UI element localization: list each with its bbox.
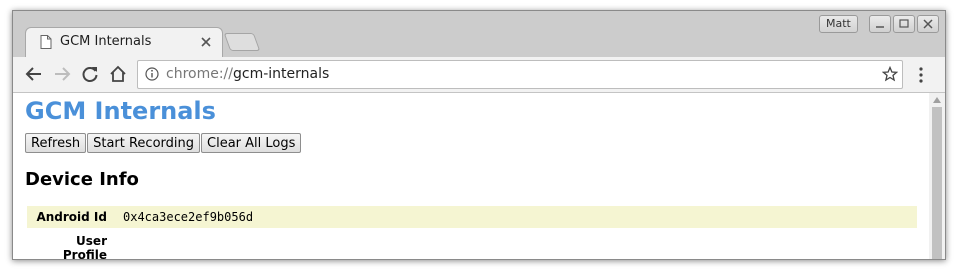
forward-icon[interactable] <box>53 65 71 83</box>
device-info-table: Android Id 0x4ca3ece2ef9b056d User Profi… <box>27 206 917 259</box>
menu-icon[interactable] <box>918 67 924 83</box>
close-window-button[interactable] <box>917 15 939 33</box>
clear-all-logs-button[interactable]: Clear All Logs <box>201 133 302 153</box>
new-tab-button[interactable] <box>223 33 261 51</box>
section-title-device-info: Device Info <box>25 169 139 190</box>
page-icon <box>40 35 52 49</box>
url-scheme: chrome:// <box>166 66 233 82</box>
star-icon[interactable] <box>882 66 898 82</box>
user-profile-label: User Profile <box>27 228 119 259</box>
back-icon[interactable] <box>25 65 43 83</box>
refresh-button[interactable]: Refresh <box>25 133 87 153</box>
browser-window: Matt GCM Internals chrome://gcm-internal… <box>12 10 946 260</box>
tab-title: GCM Internals <box>60 34 152 49</box>
close-icon <box>923 19 933 29</box>
toolbar: chrome://gcm-internals <box>13 57 945 93</box>
home-icon[interactable] <box>109 65 127 83</box>
url-text: chrome://gcm-internals <box>166 66 329 82</box>
page-title: GCM Internals <box>25 97 216 125</box>
profile-button[interactable]: Matt <box>819 15 858 33</box>
android-id-label: Android Id <box>36 210 107 224</box>
minimize-icon <box>876 26 884 28</box>
user-profile-value <box>119 228 917 259</box>
tab-gcm-internals[interactable]: GCM Internals <box>25 27 223 58</box>
table-row: Android Id 0x4ca3ece2ef9b056d <box>27 206 917 228</box>
info-icon[interactable] <box>145 67 159 81</box>
action-buttons: Refresh Start Recording Clear All Logs <box>25 133 302 153</box>
table-row: User Profile <box>27 228 917 259</box>
url-path: gcm-internals <box>233 66 330 82</box>
user-profile-label-line1: User <box>76 234 107 248</box>
scrollbar-thumb[interactable] <box>932 107 942 259</box>
page-content: GCM Internals Refresh Start Recording Cl… <box>13 93 929 259</box>
vertical-scrollbar[interactable] <box>929 93 945 259</box>
android-id-value: 0x4ca3ece2ef9b056d <box>123 210 254 224</box>
maximize-button[interactable] <box>893 15 915 33</box>
title-bar: Matt GCM Internals <box>13 11 945 58</box>
address-bar[interactable]: chrome://gcm-internals <box>137 60 903 89</box>
maximize-icon <box>899 19 909 28</box>
scroll-up-arrow-icon[interactable] <box>933 97 941 103</box>
reload-icon[interactable] <box>81 65 99 83</box>
start-recording-button[interactable]: Start Recording <box>87 133 201 153</box>
tab-close-icon[interactable] <box>200 36 212 48</box>
minimize-button[interactable] <box>869 15 891 33</box>
user-profile-label-line2: Profile <box>62 248 107 259</box>
